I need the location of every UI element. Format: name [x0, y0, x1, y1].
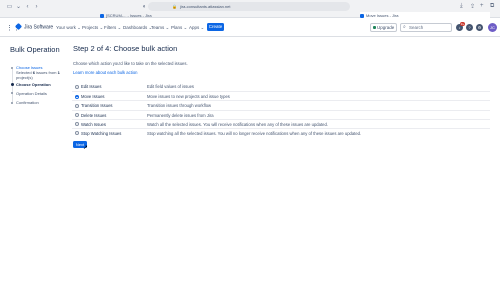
- lock-icon: 🔒: [172, 4, 177, 9]
- share-icon[interactable]: ⇪: [470, 3, 475, 10]
- search-input[interactable]: ⌕ Search: [400, 23, 452, 32]
- option-delete-issues[interactable]: Delete Issues Permanently delete issues …: [72, 109, 490, 119]
- step-dot-icon: [10, 82, 14, 86]
- radio-button[interactable]: [75, 113, 79, 118]
- help-icon[interactable]: ?: [466, 24, 473, 31]
- radio-button[interactable]: [75, 103, 79, 108]
- brand-name: Jira Software: [24, 24, 54, 31]
- step-dot-icon: [11, 92, 13, 95]
- step-confirmation: Confirmation: [10, 100, 65, 105]
- radio-button[interactable]: [75, 94, 79, 99]
- nav-filters[interactable]: Filters ⌄: [104, 25, 121, 31]
- option-watch-issues[interactable]: Watch Issues Watch all the selected issu…: [72, 118, 490, 128]
- step-heading: Step 2 of 4: Choose bulk action: [73, 44, 178, 53]
- page-title: Bulk Operation: [10, 45, 60, 54]
- forward-icon[interactable]: ›: [32, 3, 41, 12]
- selection-summary: Selected 6 issues from 1 project(s): [16, 70, 60, 81]
- radio-button[interactable]: [75, 84, 79, 89]
- address-text: jira-consultants.atlassian.net: [180, 4, 231, 9]
- nav-plans[interactable]: Plans ⌄: [171, 25, 187, 31]
- bulk-action-options: Edit Issues Edit field values of issues …: [72, 82, 490, 137]
- avatar[interactable]: JC: [488, 23, 497, 32]
- new-tab-icon[interactable]: +: [480, 3, 484, 9]
- search-icon: ⌕: [403, 24, 406, 30]
- browser-chrome: ▭ ⌄ ‹ › ◐ 🔒 jira-consultants.atlassian.n…: [0, 0, 500, 19]
- nav-dashboards[interactable]: Dashboards ⌄: [123, 25, 152, 31]
- step-list: Choose Issues Selected 6 issues from 1 p…: [10, 65, 65, 105]
- nav-teams[interactable]: Teams ⌄: [151, 25, 169, 31]
- mouse-pointer-icon: ➚: [83, 145, 89, 151]
- jira-favicon-icon: [360, 13, 364, 18]
- option-stop-watching-issues[interactable]: Stop Watching Issues Stop watching all t…: [72, 127, 490, 137]
- nav-your-work[interactable]: Your work ⌄: [56, 25, 81, 31]
- notification-badge: 9+: [460, 21, 465, 26]
- jira-favicon-icon: [100, 13, 104, 18]
- intro-text: Choose which action you'd like to take o…: [73, 61, 188, 66]
- chevron-down-icon[interactable]: ⌄: [14, 3, 23, 12]
- jira-logo[interactable]: Jira Software: [14, 22, 54, 31]
- jira-logo-icon: [14, 22, 23, 31]
- tab-move-issues[interactable]: Move Issues - Jira: [360, 12, 490, 19]
- nav-apps[interactable]: Apps ⌄: [189, 25, 204, 31]
- option-edit-issues[interactable]: Edit Issues Edit field values of issues: [72, 82, 490, 91]
- step-choose-operation: Choose Operation: [10, 82, 65, 87]
- back-icon[interactable]: ‹: [23, 3, 32, 12]
- option-transition-issues[interactable]: Transition Issues Transition issues thro…: [72, 100, 490, 109]
- tab-label: Move Issues - Jira: [366, 13, 399, 18]
- address-bar[interactable]: 🔒 jira-consultants.atlassian.net: [148, 2, 350, 11]
- step-dot-icon: [11, 101, 13, 104]
- sidebar-toggle-icon[interactable]: ▭: [5, 3, 14, 12]
- step-operation-details: Operation Details: [10, 91, 65, 96]
- tab-issues[interactable]: [SCRUM-... - Issues - Jira: [100, 12, 250, 19]
- gear-icon[interactable]: ⚙: [476, 24, 483, 31]
- create-button[interactable]: Create: [207, 23, 224, 31]
- step-dot-icon: [11, 66, 13, 69]
- download-icon[interactable]: ⤓: [460, 3, 463, 10]
- radio-button[interactable]: [75, 122, 79, 127]
- learn-more-link[interactable]: Learn more about each bulk action: [73, 70, 137, 75]
- app-header: ⋮⋮ Jira Software Your work ⌄ Projects ⌄ …: [0, 19, 500, 37]
- tab-overview-icon[interactable]: ⧉: [490, 3, 494, 10]
- step-choose-issues[interactable]: Choose Issues Selected 6 issues from 1 p…: [10, 65, 65, 81]
- nav-projects[interactable]: Projects ⌄: [82, 25, 103, 31]
- upgrade-button[interactable]: Upgrade: [370, 23, 397, 32]
- option-move-issues[interactable]: Move Issues Move issues to new projects …: [72, 91, 490, 100]
- tab-label: [SCRUM-... - Issues - Jira: [106, 13, 152, 18]
- radio-button[interactable]: [75, 131, 79, 136]
